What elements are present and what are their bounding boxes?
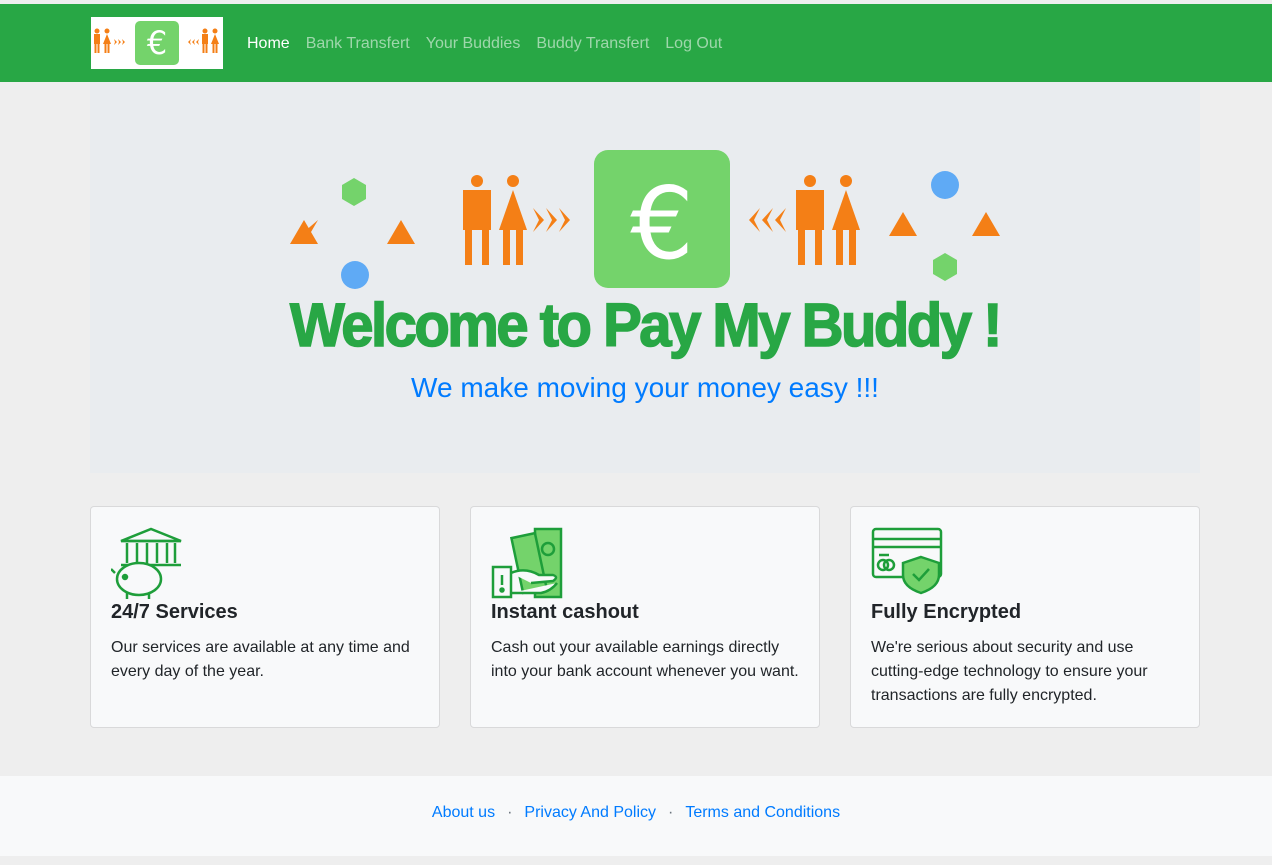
footer-separator: ·: [668, 804, 674, 821]
hero-illustration: €: [290, 150, 1000, 289]
footer-link-privacy-policy[interactable]: Privacy And Policy: [524, 804, 656, 822]
svg-text:€: €: [147, 24, 167, 62]
feature-card-cashout: Instant cashout Cash out your available …: [470, 506, 820, 728]
pay-my-buddy-logo[interactable]: €: [91, 17, 223, 69]
hero-jumbotron: € Welcome to Pay My Buddy ! We make movi…: [90, 82, 1200, 473]
hero-subtitle: We make moving your money easy !!!: [411, 372, 879, 403]
credit-card-shield-icon: [871, 527, 943, 595]
card-text: We're serious about security and use cut…: [871, 639, 1148, 704]
nav-link-home[interactable]: Home: [247, 34, 290, 54]
nav-link-log-out[interactable]: Log Out: [665, 34, 722, 54]
card-title: 24/7 Services: [111, 601, 238, 623]
footer-link-about-us[interactable]: About us: [432, 804, 495, 822]
hero-title: Welcome to Pay My Buddy !: [289, 291, 1003, 361]
footer-link-terms[interactable]: Terms and Conditions: [685, 804, 840, 822]
nav-link-bank-transfert[interactable]: Bank Transfert: [306, 34, 410, 54]
nav-link-buddy-transfert[interactable]: Buddy Transfert: [536, 34, 649, 54]
svg-text:€: €: [630, 165, 694, 282]
card-title: Fully Encrypted: [871, 601, 1022, 623]
nav-link-your-buddies[interactable]: Your Buddies: [426, 34, 521, 54]
feature-card-encrypted: Fully Encrypted We're serious about secu…: [850, 506, 1200, 728]
feature-card-services: 24/7 Services Our services are available…: [90, 506, 440, 728]
card-text: Cash out your available earnings directl…: [491, 639, 799, 680]
card-title: Instant cashout: [491, 601, 639, 623]
card-text: Our services are available at any time a…: [111, 639, 410, 680]
navbar: € Home Bank Transfert Your Buddies Buddy…: [0, 4, 1272, 82]
footer: About us · Privacy And Policy · Terms an…: [0, 776, 1272, 856]
cash-hand-icon: [491, 527, 563, 599]
bank-piggy-icon: [111, 527, 182, 599]
footer-separator: ·: [507, 804, 513, 821]
